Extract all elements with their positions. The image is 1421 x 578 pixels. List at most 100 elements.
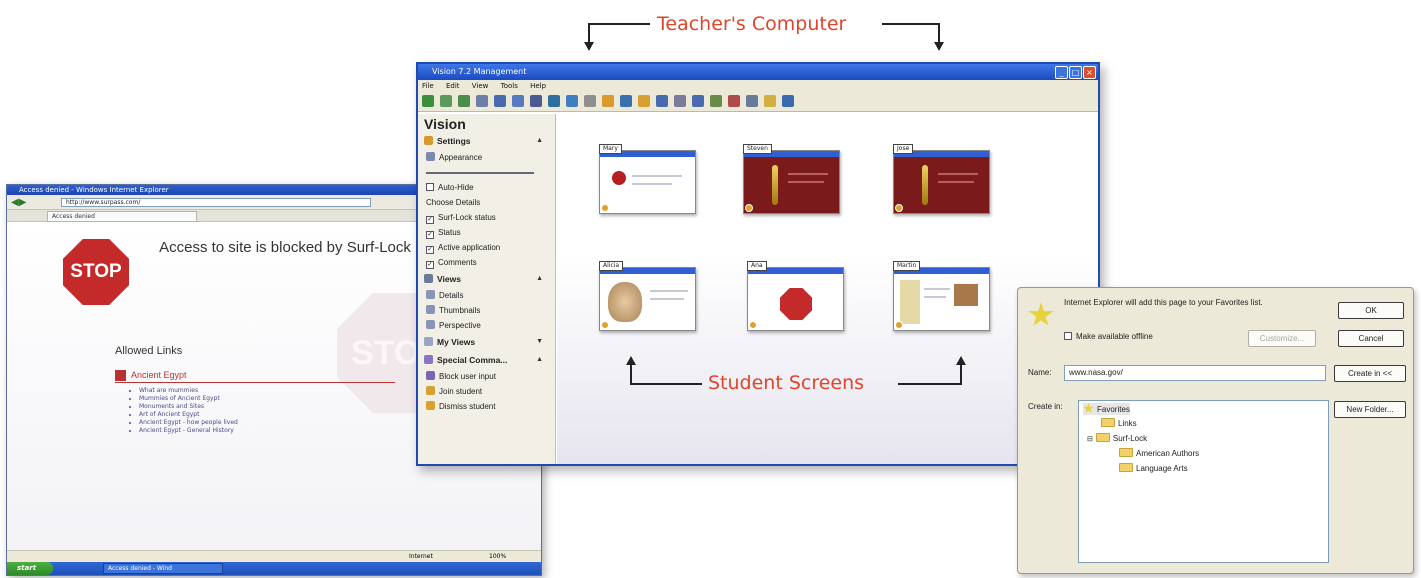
myviews-icon <box>424 337 433 346</box>
vision-sidebar: Vision Settings ▲ Appearance Auto-Hide Ch… <box>418 114 556 464</box>
allowed-link[interactable]: Art of Ancient Egypt <box>139 411 238 419</box>
start-button[interactable]: start <box>7 562 53 575</box>
maximize-icon[interactable]: □ <box>1069 66 1082 79</box>
toolbar-button-icon[interactable] <box>638 95 650 107</box>
sidebar-item-join-student[interactable]: Join student <box>424 384 555 399</box>
name-input[interactable]: www.nasa.gov/ <box>1064 365 1326 381</box>
toolbar-button-icon[interactable] <box>692 95 704 107</box>
detail-label: Comments <box>438 258 477 267</box>
menu-tools[interactable]: Tools <box>501 82 518 90</box>
toolbar-button-icon[interactable] <box>548 95 560 107</box>
toolbar-button-icon[interactable] <box>764 95 776 107</box>
taskbar-item[interactable]: Access denied - Wind <box>103 563 223 574</box>
views-section-header[interactable]: Views ▲ <box>424 270 555 288</box>
toolbar-button-icon[interactable] <box>620 95 632 107</box>
allowed-link[interactable]: Ancient Egypt - General History <box>139 427 238 435</box>
back-forward-icon[interactable]: ◀▶ <box>11 197 26 208</box>
checkbox-checked-icon[interactable]: ✓ <box>426 246 434 254</box>
new-folder-button[interactable]: New Folder... <box>1334 401 1406 418</box>
menu-help[interactable]: Help <box>530 82 546 90</box>
folder-tree[interactable]: Favorites Links ⊟ Surf-Lock American Auth… <box>1078 400 1329 563</box>
tab-access-denied[interactable]: Access denied <box>47 211 197 222</box>
collapse-icon[interactable]: ▲ <box>536 351 543 369</box>
collapse-icon[interactable]: ▲ <box>536 132 543 150</box>
toolbar-button-icon[interactable] <box>656 95 668 107</box>
toolbar-button-icon[interactable] <box>476 95 488 107</box>
slider-track[interactable] <box>426 171 534 174</box>
status-dot-icon <box>601 204 609 212</box>
size-slider[interactable] <box>424 165 555 180</box>
tree-item-favorites[interactable]: Favorites <box>1083 403 1130 415</box>
toolbar-button-icon[interactable] <box>584 95 596 107</box>
student-thumbnail[interactable]: Ana <box>747 261 844 331</box>
settings-section-header[interactable]: Settings ▲ <box>424 132 555 150</box>
sidebar-item-block-input[interactable]: Block user input <box>424 369 555 384</box>
student-screen <box>743 150 840 214</box>
collapse-icon[interactable]: ▲ <box>536 270 543 288</box>
toolbar-button-icon[interactable] <box>566 95 578 107</box>
allowed-link[interactable]: What are mummies <box>139 387 238 395</box>
student-thumbnail[interactable]: Alicia <box>599 261 696 331</box>
sidebar-item-thumbnails[interactable]: Thumbnails <box>424 303 555 318</box>
cancel-button[interactable]: Cancel <box>1338 330 1404 347</box>
checkbox-icon[interactable] <box>1064 332 1072 340</box>
toolbar-button-icon[interactable] <box>710 95 722 107</box>
tree-item-language-arts[interactable]: Language Arts <box>1119 463 1188 475</box>
autohide-checkbox[interactable]: Auto-Hide <box>424 180 555 195</box>
detail-checkbox[interactable]: ✓ Status <box>424 225 555 240</box>
toolbar-button-icon[interactable] <box>602 95 614 107</box>
url-input[interactable]: http://www.surpass.com/ <box>61 198 371 207</box>
myviews-section-header[interactable]: My Views ▼ <box>424 333 555 351</box>
view-label: Perspective <box>439 321 481 330</box>
checkbox-checked-icon[interactable]: ✓ <box>426 231 434 239</box>
callout-line <box>588 23 590 43</box>
sidebar-item-appearance[interactable]: Appearance <box>424 150 555 165</box>
toolbar-button-icon[interactable] <box>458 95 470 107</box>
toolbar-button-icon[interactable] <box>746 95 758 107</box>
toolbar-button-icon[interactable] <box>512 95 524 107</box>
ok-button[interactable]: OK <box>1338 302 1404 319</box>
toolbar-button-icon[interactable] <box>782 95 794 107</box>
menu-file[interactable]: File <box>422 82 434 90</box>
allowed-link[interactable]: Ancient Egypt - how people lived <box>139 419 238 427</box>
detail-checkbox[interactable]: ✓ Surf-Lock status <box>424 210 555 225</box>
minimize-icon[interactable]: _ <box>1055 66 1068 79</box>
arrow-down-icon <box>934 42 944 51</box>
tree-item-surflock[interactable]: ⊟ Surf-Lock <box>1087 433 1147 445</box>
close-icon[interactable]: × <box>1083 66 1096 79</box>
toolbar-button-icon[interactable] <box>422 95 434 107</box>
favorites-star-icon <box>1028 302 1054 326</box>
toolbar-button-icon[interactable] <box>440 95 452 107</box>
checkbox-icon[interactable] <box>426 183 434 191</box>
create-in-label: Create in: <box>1028 402 1063 411</box>
student-thumbnail[interactable]: Steven <box>743 144 840 214</box>
toolbar-button-icon[interactable] <box>674 95 686 107</box>
detail-checkbox[interactable]: ✓ Active application <box>424 240 555 255</box>
special-section-header[interactable]: Special Comma... ▲ <box>424 351 555 369</box>
sidebar-item-dismiss-student[interactable]: Dismiss student <box>424 399 555 414</box>
create-in-button[interactable]: Create in << <box>1334 365 1406 382</box>
status-dot-icon <box>895 321 903 329</box>
expand-icon[interactable]: ▼ <box>536 333 543 351</box>
student-thumbnail[interactable]: Martin <box>893 261 990 331</box>
allowed-link[interactable]: Mummies of Ancient Egypt <box>139 395 238 403</box>
sidebar-item-details[interactable]: Details <box>424 288 555 303</box>
checkbox-checked-icon[interactable]: ✓ <box>426 216 434 224</box>
status-zoom[interactable]: 100% <box>489 551 506 562</box>
toolbar-button-icon[interactable] <box>494 95 506 107</box>
allowed-link[interactable]: Monuments and Sites <box>139 403 238 411</box>
checkbox-checked-icon[interactable]: ✓ <box>426 261 434 269</box>
tree-item-american-authors[interactable]: American Authors <box>1119 448 1199 460</box>
customize-button[interactable]: Customize... <box>1248 330 1316 347</box>
collapse-icon[interactable]: ⊟ <box>1087 436 1093 443</box>
menu-view[interactable]: View <box>472 82 489 90</box>
toolbar-button-icon[interactable] <box>728 95 740 107</box>
student-thumbnail[interactable]: Mary <box>599 144 696 214</box>
tree-item-links[interactable]: Links <box>1101 418 1137 430</box>
offline-checkbox[interactable]: Make available offline <box>1064 332 1153 341</box>
toolbar-button-icon[interactable] <box>530 95 542 107</box>
sidebar-item-perspective[interactable]: Perspective <box>424 318 555 333</box>
detail-checkbox[interactable]: ✓ Comments <box>424 255 555 270</box>
student-thumbnail[interactable]: Jose <box>893 144 990 214</box>
menu-edit[interactable]: Edit <box>446 82 460 90</box>
